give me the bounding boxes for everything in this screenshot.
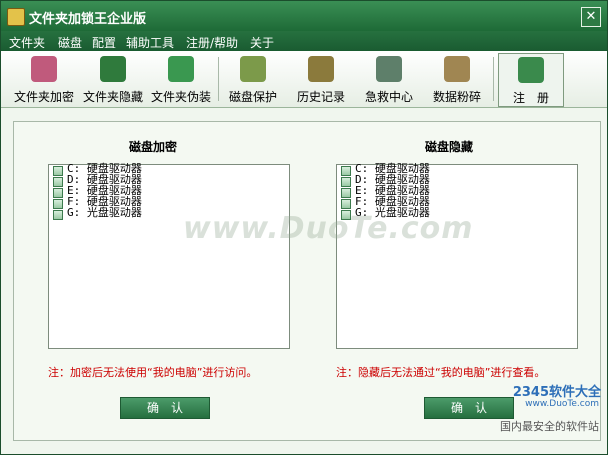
checkbox[interactable] bbox=[341, 199, 351, 209]
toolbar-label: 急救中心 bbox=[364, 90, 413, 104]
app-lock-icon bbox=[7, 8, 25, 26]
menu-bar: 文件夹 磁盘 配置 辅助工具 注册/帮助 关于 bbox=[1, 31, 607, 51]
checkbox[interactable] bbox=[53, 210, 63, 220]
encrypt-confirm-button[interactable]: 确 认 bbox=[120, 397, 210, 419]
hide-group-title: 磁盘隐藏 bbox=[425, 140, 474, 154]
menu-tools[interactable]: 辅助工具 bbox=[126, 34, 174, 51]
toolbar-label: 文件夹加密 bbox=[13, 90, 74, 104]
shredder-icon bbox=[444, 56, 470, 82]
encrypt-note: 注：加密后无法使用“我的电脑”进行访问。 bbox=[48, 366, 258, 379]
toolbar-register[interactable]: 注 册 bbox=[498, 53, 564, 107]
disk-protect-icon bbox=[240, 56, 266, 82]
encrypt-group-title: 磁盘加密 bbox=[129, 140, 178, 154]
rescue-icon bbox=[376, 56, 402, 82]
toolbar-label: 文件夹隐藏 bbox=[82, 90, 143, 104]
toolbar-folder-hide[interactable]: 文件夹隐藏 bbox=[80, 53, 146, 105]
watermark-slogan: 国内最安全的软件站 bbox=[500, 420, 599, 433]
checkbox[interactable] bbox=[53, 177, 63, 187]
menu-config[interactable]: 配置 bbox=[92, 34, 116, 51]
toolbar-label: 磁盘保护 bbox=[228, 90, 277, 104]
toolbar-history[interactable]: 历史记录 bbox=[293, 53, 349, 105]
menu-register-help[interactable]: 注册/帮助 bbox=[186, 34, 238, 51]
toolbar-label: 数据粉碎 bbox=[432, 90, 481, 104]
drive-label: G: 光盘驱动器 bbox=[67, 206, 142, 219]
checkbox[interactable] bbox=[341, 188, 351, 198]
checkbox[interactable] bbox=[53, 199, 63, 209]
toolbar-rescue-center[interactable]: 急救中心 bbox=[361, 53, 417, 105]
window-title: 文件夹加锁王企业版 bbox=[29, 12, 147, 27]
site-watermark: www.DuoTe.com bbox=[183, 211, 474, 246]
toolbar-separator bbox=[218, 57, 219, 101]
toolbar-folder-disguise[interactable]: 文件夹伪装 bbox=[148, 53, 214, 105]
checkbox[interactable] bbox=[341, 177, 351, 187]
toolbar-label: 历史记录 bbox=[296, 90, 345, 104]
toolbar-label: 文件夹伪装 bbox=[150, 90, 211, 104]
history-icon bbox=[308, 56, 334, 82]
folder-lock-icon bbox=[31, 56, 57, 82]
watermark-logo: 2345软件大全 bbox=[512, 385, 601, 400]
toolbar: 文件夹加密 文件夹隐藏 文件夹伪装 磁盘保护 历史记录 急救中心 数据粉碎 注 … bbox=[1, 51, 607, 108]
toolbar-label: 注 册 bbox=[512, 91, 549, 105]
title-bar: 文件夹加锁王企业版 ✕ bbox=[1, 1, 607, 31]
toolbar-data-shred[interactable]: 数据粉碎 bbox=[427, 53, 487, 105]
question-mark-icon bbox=[100, 56, 126, 82]
toolbar-disk-protect[interactable]: 磁盘保护 bbox=[225, 53, 281, 105]
menu-about[interactable]: 关于 bbox=[250, 34, 274, 51]
toolbar-separator bbox=[493, 57, 494, 101]
checkbox[interactable] bbox=[341, 166, 351, 176]
register-icon bbox=[518, 57, 544, 83]
encrypt-drive-list[interactable]: C: 硬盘驱动器 D: 硬盘驱动器 E: 硬盘驱动器 F: 硬盘驱动器 G: 光… bbox=[48, 163, 290, 349]
checkbox[interactable] bbox=[53, 166, 63, 176]
hide-drive-list[interactable]: C: 硬盘驱动器 D: 硬盘驱动器 E: 硬盘驱动器 F: 硬盘驱动器 G: 光… bbox=[336, 163, 578, 349]
menu-disk[interactable]: 磁盘 bbox=[58, 34, 82, 51]
close-button[interactable]: ✕ bbox=[581, 7, 601, 27]
checkbox[interactable] bbox=[53, 188, 63, 198]
app-window: 文件夹加锁王企业版 ✕ 文件夹 磁盘 配置 辅助工具 注册/帮助 关于 文件夹加… bbox=[0, 0, 608, 455]
floppy-disk-icon bbox=[168, 56, 194, 82]
watermark-url: www.DuoTe.com bbox=[525, 399, 599, 409]
watermark-badge: 2345软件大全 www.DuoTe.com 国内最安全的软件站 bbox=[471, 373, 605, 439]
toolbar-folder-encrypt[interactable]: 文件夹加密 bbox=[11, 53, 77, 105]
menu-folder[interactable]: 文件夹 bbox=[9, 34, 45, 51]
